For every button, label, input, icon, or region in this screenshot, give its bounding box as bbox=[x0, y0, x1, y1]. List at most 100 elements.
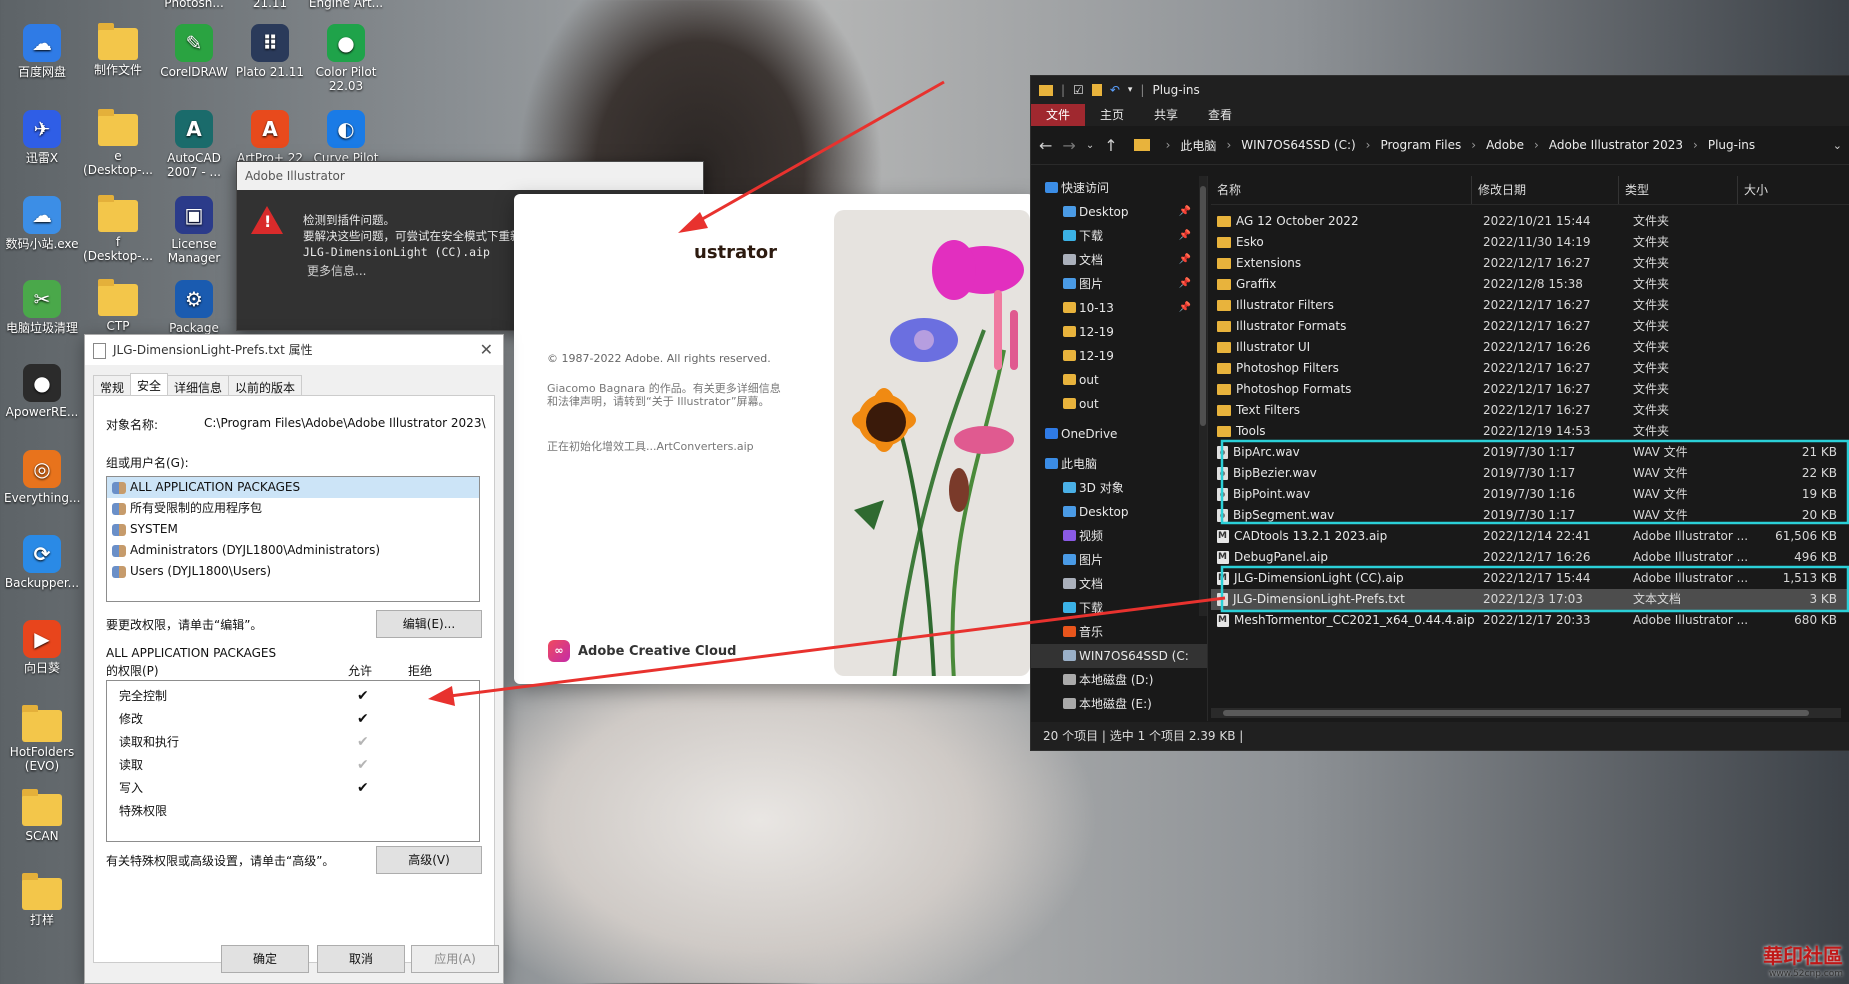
nav-item[interactable]: 此电脑 bbox=[1031, 452, 1207, 476]
nav-item[interactable]: WIN7OS64SSD (C: bbox=[1031, 644, 1207, 668]
desktop-icon-partial-2[interactable]: 21.11 bbox=[232, 0, 308, 10]
column-type[interactable]: 类型 bbox=[1619, 176, 1738, 204]
desktop-icon-9[interactable]: ◐ Curve Pilot bbox=[308, 110, 384, 165]
file-row[interactable]: Extensions 2022/12/17 16:27 文件夹 bbox=[1211, 253, 1849, 274]
desktop-icon-15[interactable]: ⚙ Package bbox=[156, 280, 232, 335]
back-arrow-icon[interactable]: ← bbox=[1039, 136, 1052, 155]
address-chevron-icon[interactable]: ⌄ bbox=[1833, 139, 1842, 152]
desktop-icon-14[interactable]: CTP bbox=[80, 279, 156, 333]
desktop-icon-11[interactable]: f (Desktop-... bbox=[80, 195, 156, 263]
file-row[interactable]: AG 12 October 2022 2022/10/21 15:44 文件夹 bbox=[1211, 211, 1849, 232]
nav-item[interactable]: 音乐 bbox=[1031, 620, 1207, 644]
nav-item[interactable]: Desktop bbox=[1031, 500, 1207, 524]
ribbon-file-tab[interactable]: 文件 bbox=[1031, 104, 1086, 126]
pin-icon[interactable]: 📌 bbox=[1179, 296, 1191, 320]
file-row[interactable]: BipArc.wav 2019/7/30 1:17 WAV 文件 21 KB bbox=[1211, 442, 1849, 463]
breadcrumb-item[interactable]: 此电脑 bbox=[1180, 137, 1216, 154]
file-row[interactable]: MeshTormentor_CC2021_x64_0.44.4.aip 2022/… bbox=[1211, 610, 1849, 631]
permission-listbox[interactable]: 完全控制 ✔ 修改 ✔ 读取和执行 ✔ 读取 ✔ 写入 ✔ 特殊权限 bbox=[106, 680, 480, 842]
file-row[interactable]: Illustrator Filters 2022/12/17 16:27 文件夹 bbox=[1211, 295, 1849, 316]
group-row[interactable]: SYSTEM bbox=[107, 519, 479, 540]
desktop-icon-22[interactable]: 打样 bbox=[4, 873, 80, 927]
horizontal-scrollbar[interactable] bbox=[1211, 708, 1841, 718]
nav-item[interactable]: OneDrive bbox=[1031, 422, 1207, 446]
file-row[interactable]: JLG-DimensionLight-Prefs.txt 2022/12/3 17… bbox=[1211, 589, 1849, 610]
nav-item[interactable]: Desktop 📌 bbox=[1031, 200, 1207, 224]
desktop-icon-21[interactable]: SCAN bbox=[4, 789, 80, 843]
pin-icon[interactable]: 📌 bbox=[1179, 200, 1191, 224]
edit-button[interactable]: 编辑(E)... bbox=[376, 610, 482, 638]
nav-item[interactable]: out bbox=[1031, 392, 1207, 416]
desktop-icon-18[interactable]: ⟳ Backupper... bbox=[4, 535, 80, 590]
breadcrumb-separator-icon[interactable]: › bbox=[1166, 138, 1171, 152]
ribbon-home-tab[interactable]: 主页 bbox=[1085, 104, 1139, 126]
nav-item[interactable]: 12-19 bbox=[1031, 320, 1207, 344]
column-size[interactable]: 大小 bbox=[1738, 176, 1844, 204]
file-row[interactable]: Esko 2022/11/30 14:19 文件夹 bbox=[1211, 232, 1849, 253]
nav-item[interactable]: 图片 📌 bbox=[1031, 272, 1207, 296]
nav-item[interactable]: 本地磁盘 (D:) bbox=[1031, 668, 1207, 692]
file-row[interactable]: BipBezier.wav 2019/7/30 1:17 WAV 文件 22 KB bbox=[1211, 463, 1849, 484]
file-row[interactable]: BipSegment.wav 2019/7/30 1:17 WAV 文件 20 KB bbox=[1211, 505, 1849, 526]
close-icon[interactable]: ✕ bbox=[480, 335, 493, 365]
file-row[interactable]: CADtools 13.2.1 2023.aip 2022/12/14 22:41… bbox=[1211, 526, 1849, 547]
file-row[interactable]: Photoshop Formats 2022/12/17 16:27 文件夹 bbox=[1211, 379, 1849, 400]
pin-icon[interactable]: 📌 bbox=[1179, 248, 1191, 272]
file-row[interactable]: Illustrator Formats 2022/12/17 16:27 文件夹 bbox=[1211, 316, 1849, 337]
nav-item[interactable]: 图片 bbox=[1031, 548, 1207, 572]
breadcrumb-separator-icon[interactable]: › bbox=[1534, 138, 1539, 152]
desktop-icon-2[interactable]: ✎ CorelDRAW bbox=[156, 24, 232, 79]
breadcrumb-separator-icon[interactable]: › bbox=[1693, 138, 1698, 152]
breadcrumb-separator-icon[interactable]: › bbox=[1366, 138, 1371, 152]
column-date[interactable]: 修改日期 bbox=[1472, 176, 1619, 204]
breadcrumb[interactable]: › 此电脑 › WIN7OS64SSD (C:) › Program Files › Adob… bbox=[1166, 137, 1756, 154]
nav-item[interactable]: 视频 bbox=[1031, 524, 1207, 548]
cancel-button[interactable]: 取消 bbox=[317, 945, 405, 973]
desktop-icon-5[interactable]: ✈ 迅雷X bbox=[4, 110, 80, 165]
ribbon-view-tab[interactable]: 查看 bbox=[1193, 104, 1247, 126]
desktop-icon-16[interactable]: ● ApowerRE... bbox=[4, 364, 80, 419]
nav-scroll-thumb[interactable] bbox=[1200, 186, 1206, 426]
up-arrow-icon[interactable]: ↑ bbox=[1104, 136, 1117, 155]
breadcrumb-separator-icon[interactable]: › bbox=[1471, 138, 1476, 152]
nav-item[interactable]: 文档 bbox=[1031, 572, 1207, 596]
undo-icon[interactable]: ↶ bbox=[1110, 83, 1120, 97]
group-row[interactable]: Administrators (DYJL1800\Administrators) bbox=[107, 540, 479, 561]
file-row[interactable]: DebugPanel.aip 2022/12/17 16:26 Adobe Illu… bbox=[1211, 547, 1849, 568]
file-row[interactable]: Tools 2022/12/19 14:53 文件夹 bbox=[1211, 421, 1849, 442]
desktop-icon-20[interactable]: HotFolders (EVO) bbox=[4, 705, 80, 773]
nav-item[interactable]: 下载 bbox=[1031, 596, 1207, 620]
breadcrumb-item[interactable]: WIN7OS64SSD (C:) bbox=[1241, 138, 1355, 152]
file-row[interactable]: Text Filters 2022/12/17 16:27 文件夹 bbox=[1211, 400, 1849, 421]
chevron-down-icon[interactable]: ▾ bbox=[1128, 85, 1133, 95]
pin-icon[interactable]: 📌 bbox=[1179, 224, 1191, 248]
desktop-icon-17[interactable]: ◎ Everything... bbox=[4, 450, 80, 505]
breadcrumb-item[interactable]: Adobe bbox=[1486, 138, 1524, 152]
file-row[interactable]: JLG-DimensionLight (CC).aip 2022/12/17 15… bbox=[1211, 568, 1849, 589]
properties-quick-icon[interactable]: ☑ bbox=[1073, 83, 1084, 97]
group-row[interactable]: Users (DYJL1800\Users) bbox=[107, 561, 479, 582]
file-row[interactable]: BipPoint.wav 2019/7/30 1:16 WAV 文件 19 KB bbox=[1211, 484, 1849, 505]
nav-item[interactable]: 10-13 📌 bbox=[1031, 296, 1207, 320]
file-row[interactable]: Graffix 2022/12/8 15:38 文件夹 bbox=[1211, 274, 1849, 295]
nav-item[interactable]: 12-19 bbox=[1031, 344, 1207, 368]
group-listbox[interactable]: ALL APPLICATION PACKAGES 所有受限制的应用程序包 SYSTE… bbox=[106, 476, 480, 602]
pin-icon[interactable]: 📌 bbox=[1179, 272, 1191, 296]
desktop-icon-13[interactable]: ✂ 电脑垃圾清理 bbox=[4, 280, 80, 335]
nav-item[interactable]: 下载 📌 bbox=[1031, 224, 1207, 248]
desktop-icon-partial-3[interactable]: Engine Art... bbox=[308, 0, 384, 10]
breadcrumb-separator-icon[interactable]: › bbox=[1226, 138, 1231, 152]
desktop-icon-3[interactable]: ⠿ Plato 21.11 bbox=[232, 24, 308, 79]
file-row[interactable]: Photoshop Filters 2022/12/17 16:27 文件夹 bbox=[1211, 358, 1849, 379]
ribbon-share-tab[interactable]: 共享 bbox=[1139, 104, 1193, 126]
breadcrumb-item[interactable]: Plug-ins bbox=[1708, 138, 1755, 152]
nav-scrollbar[interactable] bbox=[1199, 176, 1207, 616]
desktop-icon-8[interactable]: A ArtPro+ 22 bbox=[232, 110, 308, 165]
column-name[interactable]: 名称 bbox=[1211, 176, 1472, 204]
desktop-icon-partial-1[interactable]: Photosh... bbox=[156, 0, 232, 10]
desktop-icon-4[interactable]: ● Color Pilot 22.03 bbox=[308, 24, 384, 93]
nav-item[interactable]: 本地磁盘 (E:) bbox=[1031, 692, 1207, 716]
recent-chevron-icon[interactable]: ⌄ bbox=[1086, 140, 1094, 151]
file-row[interactable]: Illustrator UI 2022/12/17 16:26 文件夹 bbox=[1211, 337, 1849, 358]
apply-button[interactable]: 应用(A) bbox=[411, 945, 499, 973]
